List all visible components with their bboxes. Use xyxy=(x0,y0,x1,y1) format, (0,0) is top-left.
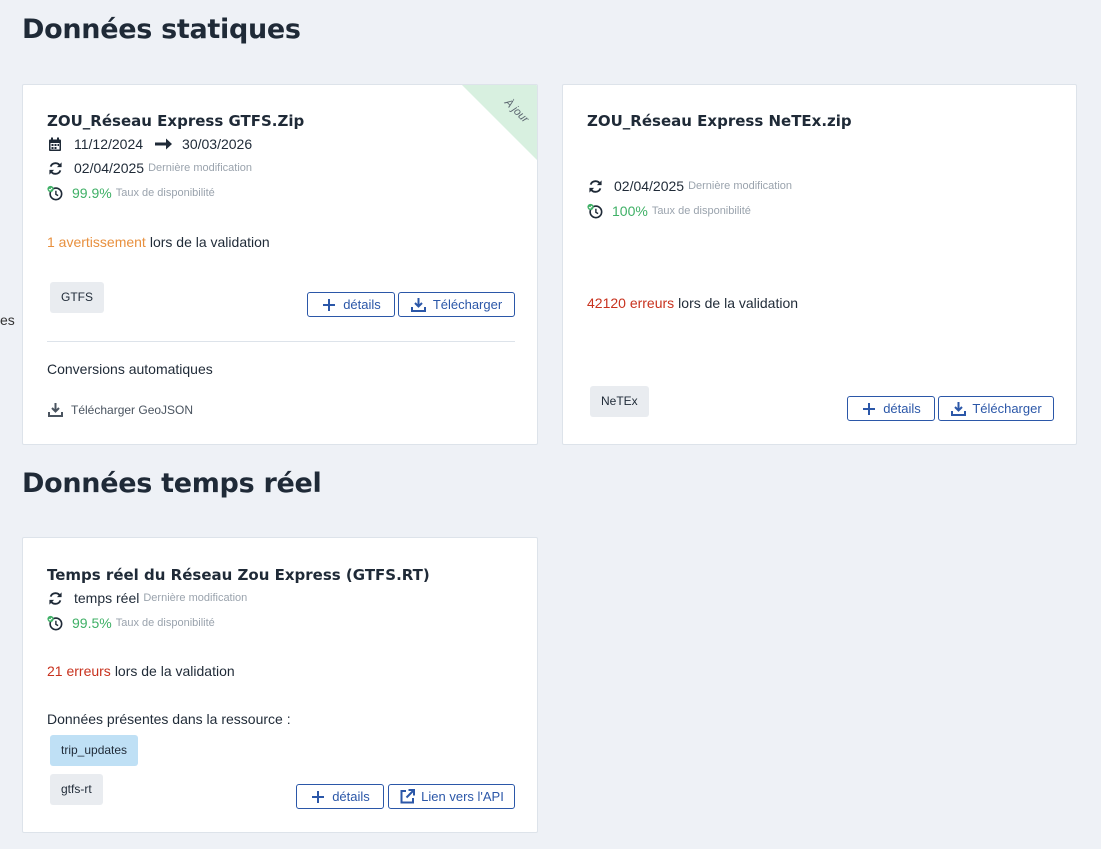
availability-history-icon xyxy=(587,203,603,219)
gtfs-rt-modified-label: Dernière modification xyxy=(143,592,248,604)
gtfs-rt-availability: 99.5% Taux de disponibilité xyxy=(47,615,215,631)
gtfs-validity-period: 11/12/2024 30/03/2026 xyxy=(47,136,252,152)
netex-validation-suffix: lors de la validation xyxy=(678,295,799,311)
conversions-title: Conversions automatiques xyxy=(47,361,213,377)
gtfs-rt-details-button[interactable]: détails xyxy=(296,784,384,809)
gtfs-date-start: 11/12/2024 xyxy=(74,136,144,152)
netex-download-button[interactable]: Télécharger xyxy=(938,396,1054,421)
gtfs-details-label: détails xyxy=(343,297,381,312)
clipped-text-fragment: es xyxy=(0,312,15,328)
gtfs-download-label: Télécharger xyxy=(432,297,503,312)
gtfs-rt-modified-value: temps réel xyxy=(74,590,140,606)
netex-validation-link[interactable]: 42120 erreurs xyxy=(587,295,674,311)
netex-details-button[interactable]: détails xyxy=(847,396,935,421)
download-icon xyxy=(47,402,63,418)
netex-details-label: détails xyxy=(883,401,921,416)
gtfs-rt-last-modified: temps réel Dernière modification xyxy=(47,590,247,606)
format-tag-netex: NeTEx xyxy=(590,386,649,417)
external-link-icon xyxy=(399,789,415,805)
availability-history-icon xyxy=(47,185,63,201)
gtfs-modified-date: 02/04/2025 xyxy=(74,160,145,176)
gtfs-details-button[interactable]: détails xyxy=(307,292,395,317)
netex-resource-card: ZOU_Réseau Express NeTEx.zip 02/04/2025 … xyxy=(562,84,1077,445)
format-tag-gtfs-rt: gtfs-rt xyxy=(50,774,103,805)
format-tag-gtfs: GTFS xyxy=(50,282,104,313)
plus-icon xyxy=(321,297,337,313)
netex-card-title: ZOU_Réseau Express NeTEx.zip xyxy=(587,112,852,130)
feature-tag-trip-updates: trip_updates xyxy=(50,735,139,766)
gtfs-rt-availability-value: 99.5% xyxy=(72,615,112,631)
gtfs-availability: 99.9% Taux de disponibilité xyxy=(47,185,215,201)
geojson-download-link[interactable]: Télécharger GeoJSON xyxy=(47,402,193,418)
netex-modified-date: 02/04/2025 xyxy=(614,178,685,194)
gtfs-modified-label: Dernière modification xyxy=(148,162,253,174)
gtfs-rt-validation-link[interactable]: 21 erreurs xyxy=(47,663,111,679)
geojson-download-label: Télécharger GeoJSON xyxy=(71,403,194,417)
gtfs-rt-resource-card: Temps réel du Réseau Zou Express (GTFS.R… xyxy=(22,537,538,833)
refresh-icon xyxy=(47,160,63,176)
realtime-section-title: Données temps réel xyxy=(22,468,322,499)
netex-download-label: Télécharger xyxy=(972,401,1042,416)
gtfs-validation-summary: 1 avertissement lors de la validation xyxy=(47,234,270,250)
gtfs-rt-validation-summary: 21 erreurs lors de la validation xyxy=(47,663,235,679)
refresh-icon xyxy=(47,590,63,606)
refresh-icon xyxy=(587,178,603,194)
gtfs-card-title: ZOU_Réseau Express GTFS.Zip xyxy=(47,112,305,130)
plus-icon xyxy=(861,401,877,417)
plus-icon xyxy=(310,789,326,805)
netex-availability-value: 100% xyxy=(612,203,648,219)
gtfs-rt-card-title: Temps réel du Réseau Zou Express (GTFS.R… xyxy=(47,566,430,584)
download-icon xyxy=(950,401,966,417)
card-divider xyxy=(47,341,515,342)
netex-modified-label: Dernière modification xyxy=(688,180,793,192)
netex-availability-label: Taux de disponibilité xyxy=(651,205,751,217)
up-to-date-ribbon xyxy=(462,85,537,160)
gtfs-rt-api-label: Lien vers l'API xyxy=(421,789,504,804)
netex-availability: 100% Taux de disponibilité xyxy=(587,203,751,219)
gtfs-rt-availability-label: Taux de disponibilité xyxy=(115,617,215,629)
static-section-title: Données statiques xyxy=(22,14,301,45)
netex-last-modified: 02/04/2025 Dernière modification xyxy=(587,178,792,194)
gtfs-availability-label: Taux de disponibilité xyxy=(115,187,215,199)
gtfs-availability-value: 99.9% xyxy=(72,185,112,201)
resource-features-label: Données présentes dans la ressource : xyxy=(47,711,291,727)
gtfs-rt-validation-suffix: lors de la validation xyxy=(114,663,235,679)
gtfs-validation-link[interactable]: 1 avertissement xyxy=(47,234,146,250)
gtfs-rt-api-link-button[interactable]: Lien vers l'API xyxy=(388,784,515,809)
gtfs-resource-card: À jour ZOU_Réseau Express GTFS.Zip 11/12… xyxy=(22,84,538,445)
availability-history-icon xyxy=(47,615,63,631)
calendar-icon xyxy=(47,136,63,152)
netex-validation-summary: 42120 erreurs lors de la validation xyxy=(587,295,798,311)
gtfs-last-modified: 02/04/2025 Dernière modification xyxy=(47,160,252,176)
gtfs-rt-details-label: détails xyxy=(332,789,370,804)
download-icon xyxy=(411,297,427,313)
gtfs-validation-suffix: lors de la validation xyxy=(149,234,270,250)
arrow-right-icon xyxy=(154,136,172,152)
gtfs-download-button[interactable]: Télécharger xyxy=(398,292,515,317)
gtfs-date-end: 30/03/2026 xyxy=(182,136,253,152)
